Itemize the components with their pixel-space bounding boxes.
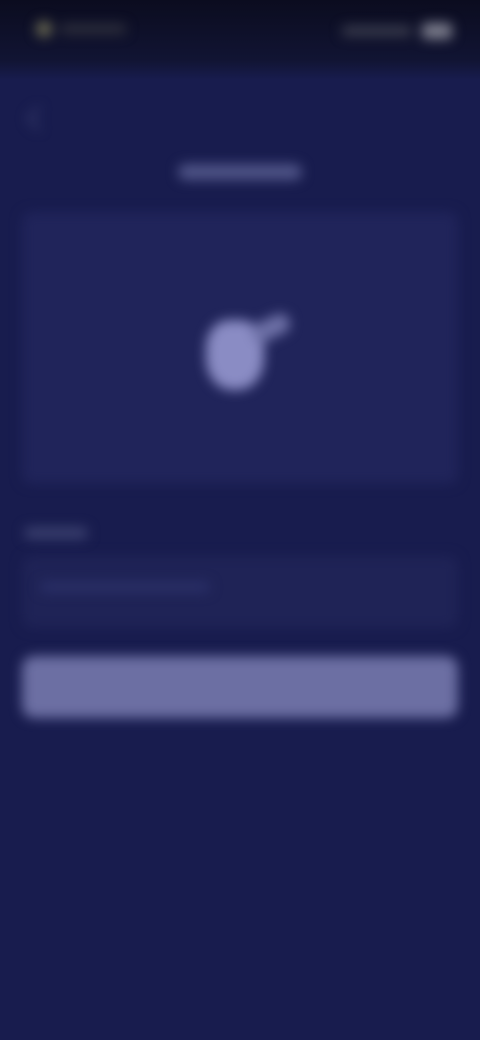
app-screen: [0, 0, 480, 1040]
status-time: [60, 24, 126, 34]
primary-action-button[interactable]: [22, 656, 458, 718]
page-title: [160, 155, 320, 189]
notification-icon: [36, 21, 52, 37]
status-bar: [0, 0, 480, 64]
status-bar-left: [30, 18, 130, 40]
signal-icon: [342, 26, 412, 36]
back-button[interactable]: [20, 100, 56, 136]
info-card-text: [40, 582, 210, 592]
back-arrow-icon: [25, 105, 51, 131]
status-bar-right: [342, 20, 452, 42]
info-card[interactable]: [22, 556, 458, 628]
hero-illustration: [196, 310, 296, 400]
page-title-text: [178, 164, 302, 180]
section-label: [24, 523, 104, 543]
illustration-accent: [248, 310, 294, 346]
section-label-text: [24, 527, 88, 539]
battery-icon: [422, 23, 452, 39]
